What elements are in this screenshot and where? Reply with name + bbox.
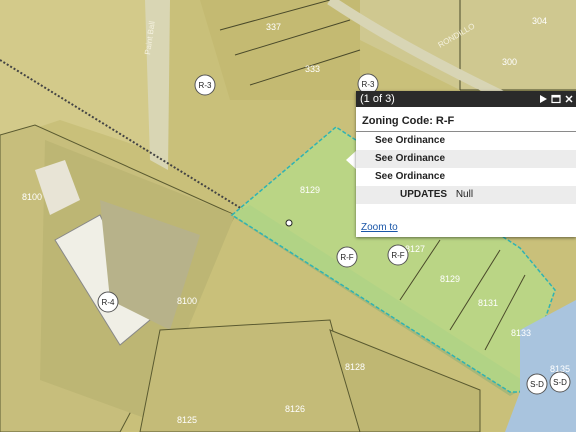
zone-badge-label: R-4 [102,298,115,307]
parcel-number: 337 [266,22,281,32]
zone-badge-rf-right[interactable]: R-F [387,244,409,266]
zone-badge-sd-right[interactable]: S-D [549,371,571,393]
popup-header: (1 of 3) [356,91,576,107]
zone-badge-label: R-F [391,251,404,260]
attribute-value: Null [455,189,474,200]
parcel-number: 8129 [300,185,320,195]
attribute-row: See Ordinance [356,168,576,186]
selection-marker [285,219,293,227]
attribute-label: UPDATES [400,189,448,200]
parcel-number: 8126 [285,404,305,414]
play-icon[interactable] [538,94,548,104]
attribute-label: See Ordinance [375,171,446,182]
parcel-number: 333 [305,64,320,74]
attribute-row: UPDATES Null [356,186,576,204]
parcel-number: 8129 [440,274,460,284]
attribute-row: See Ordinance [356,150,576,168]
zone-badge-r4[interactable]: R-4 [97,291,119,313]
popup-title: Zoning Code: R-F [362,115,455,127]
zone-badge-r3-west[interactable]: R-3 [194,74,216,96]
parcel-number: 8100 [177,296,197,306]
zone-badge-sd-left[interactable]: S-D [526,373,548,395]
parcel-number: 304 [532,16,547,26]
zone-badge-rf-left[interactable]: R-F [336,246,358,268]
maximize-icon[interactable] [551,94,561,104]
zone-badge-label: S-D [530,380,544,389]
parcel-number: 8131 [478,298,498,308]
popup-controls [538,91,574,107]
close-icon[interactable] [564,94,574,104]
parcel-number: 8133 [511,328,531,338]
zone-badge-label: R-3 [199,81,212,90]
parcel-number: 300 [502,57,517,67]
zoom-to-link[interactable]: Zoom to [361,222,398,233]
zone-badge-label: S-D [553,378,567,387]
attribute-label: See Ordinance [375,153,446,164]
popup-page-indicator: (1 of 3) [360,93,395,105]
attribute-row: See Ordinance [356,132,576,150]
info-popup: (1 of 3) Zoning Code: R-F See Ordinance … [356,91,576,237]
zone-badge-label: R-3 [362,80,375,89]
attribute-label: See Ordinance [375,135,446,146]
parcel-number: 8100 [22,192,42,202]
parcel-number: 8128 [345,362,365,372]
parcel-block-south [139,319,361,432]
zone-badge-label: R-F [340,253,353,262]
parcel-number: 8125 [177,415,197,425]
